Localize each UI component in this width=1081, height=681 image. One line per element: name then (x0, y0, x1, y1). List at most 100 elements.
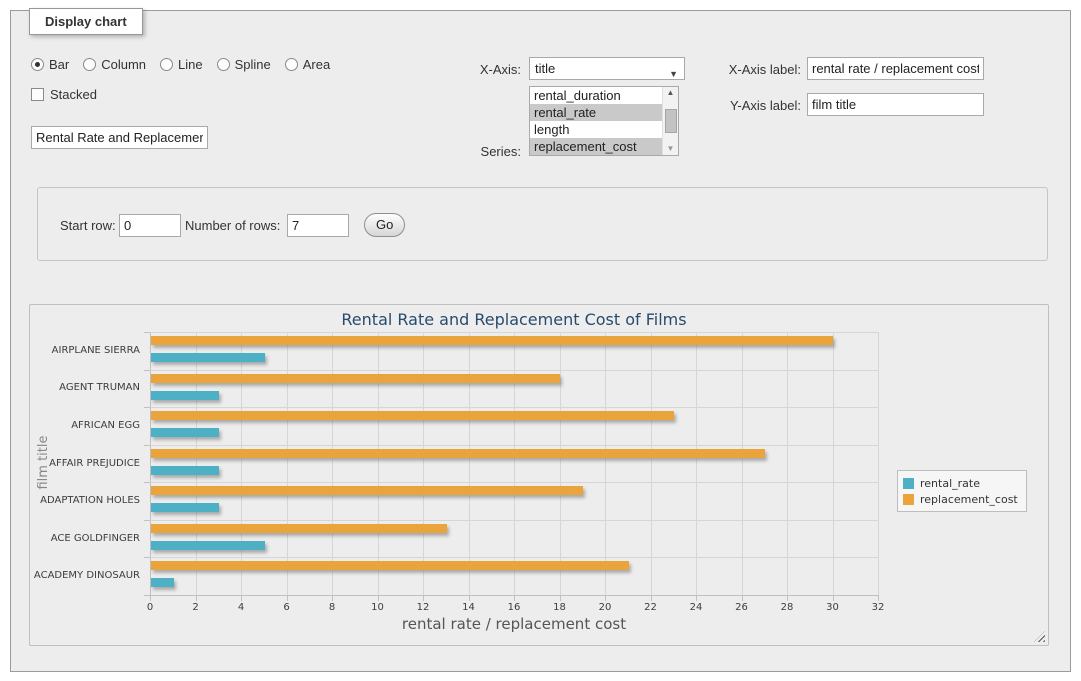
x-axis-tick (287, 595, 288, 601)
x-axis-tick-label: 6 (267, 602, 307, 613)
series-option-rental_rate[interactable]: rental_rate (530, 104, 662, 121)
radio-spline[interactable]: Spline (217, 57, 271, 72)
bar-replacement_cost[interactable] (151, 449, 765, 458)
x-axis-tick-label: 32 (858, 602, 898, 613)
y-axis-label-input[interactable] (807, 93, 984, 116)
chart-plot-area (150, 332, 878, 595)
x-axis-tick (514, 595, 515, 601)
bar-replacement_cost[interactable] (151, 561, 629, 570)
x-axis-tick (651, 595, 652, 601)
x-axis-select[interactable]: title ▼ (529, 57, 685, 80)
category-label: AFFAIR PREJUDICE (30, 458, 140, 469)
x-axis-tick-label: 4 (221, 602, 261, 613)
x-axis-tick (241, 595, 242, 601)
category-label: ADAPTATION HOLES (30, 495, 140, 506)
gridline (833, 332, 834, 595)
x-axis-tick (878, 595, 879, 601)
gridline (150, 557, 878, 558)
legend-label: replacement_cost (920, 493, 1018, 506)
gridline (514, 332, 515, 595)
category-label: ACADEMY DINOSAUR (30, 570, 140, 581)
gridline (560, 332, 561, 595)
x-axis-tick-label: 2 (176, 602, 216, 613)
num-rows-input[interactable] (287, 214, 349, 237)
scroll-up-arrow-icon[interactable]: ▲ (667, 88, 675, 98)
x-axis-tick-label: 24 (676, 602, 716, 613)
legend-item-rental_rate[interactable]: rental_rate (903, 475, 1018, 491)
gridline (605, 332, 606, 595)
series-option-replacement_cost[interactable]: replacement_cost (530, 138, 662, 155)
x-axis-select-label: X-Axis: (451, 62, 521, 77)
bar-rental_rate[interactable] (151, 541, 265, 550)
chart-title-input[interactable] (31, 126, 208, 149)
chart-container: Rental Rate and Replacement Cost of Film… (29, 304, 1049, 646)
go-button[interactable]: Go (364, 213, 405, 237)
bar-rental_rate[interactable] (151, 578, 174, 587)
radio-line[interactable]: Line (160, 57, 203, 72)
bar-rental_rate[interactable] (151, 428, 219, 437)
x-axis-tick (742, 595, 743, 601)
legend-item-replacement_cost[interactable]: replacement_cost (903, 491, 1018, 507)
category-label: AFRICAN EGG (30, 420, 140, 431)
x-axis-tick (196, 595, 197, 601)
y-axis-tick (144, 557, 150, 558)
gridline (378, 332, 379, 595)
x-axis-tick (150, 595, 151, 601)
bar-replacement_cost[interactable] (151, 336, 833, 345)
series-option-length[interactable]: length (530, 121, 662, 138)
y-axis-tick (144, 482, 150, 483)
category-label: AGENT TRUMAN (30, 382, 140, 393)
bar-replacement_cost[interactable] (151, 374, 560, 383)
page: Display chart BarColumnLineSplineArea St… (0, 0, 1081, 681)
series-listbox[interactable]: rental_durationrental_ratelengthreplacem… (529, 86, 679, 156)
gridline (150, 520, 878, 521)
bar-rental_rate[interactable] (151, 466, 219, 475)
series-scrollbar[interactable]: ▲ ▼ (662, 87, 678, 155)
x-axis-tick (787, 595, 788, 601)
radio-icon[interactable] (217, 58, 230, 71)
stacked-label: Stacked (50, 87, 97, 102)
series-select-label: Series: (451, 144, 521, 159)
series-option-rental_duration[interactable]: rental_duration (530, 87, 662, 104)
category-label: ACE GOLDFINGER (30, 533, 140, 544)
bar-rental_rate[interactable] (151, 503, 219, 512)
start-row-input[interactable] (119, 214, 181, 237)
scrollbar-thumb[interactable] (665, 109, 677, 133)
radio-icon[interactable] (285, 58, 298, 71)
y-axis-tick (144, 445, 150, 446)
resize-handle-icon[interactable] (1034, 631, 1045, 642)
scroll-down-arrow-icon[interactable]: ▼ (667, 144, 675, 154)
x-axis-label-caption: X-Axis label: (711, 62, 801, 77)
num-rows-label: Number of rows: (185, 218, 280, 233)
series-options: rental_durationrental_ratelengthreplacem… (530, 87, 662, 155)
radio-label: Line (178, 57, 203, 72)
x-axis-tick-label: 12 (403, 602, 443, 613)
gridline (150, 407, 878, 408)
gridline (696, 332, 697, 595)
bar-rental_rate[interactable] (151, 353, 265, 362)
x-axis-tick (469, 595, 470, 601)
gridline (651, 332, 652, 595)
y-axis-tick (144, 370, 150, 371)
radio-label: Column (101, 57, 146, 72)
bar-replacement_cost[interactable] (151, 411, 674, 420)
gridline (150, 332, 151, 595)
stacked-checkbox-row[interactable]: Stacked (31, 87, 97, 102)
bar-rental_rate[interactable] (151, 391, 219, 400)
x-axis-tick-label: 30 (813, 602, 853, 613)
radio-icon[interactable] (160, 58, 173, 71)
gridline (150, 370, 878, 371)
x-axis-tick (423, 595, 424, 601)
radio-icon[interactable] (31, 58, 44, 71)
gridline (196, 332, 197, 595)
chart-x-axis-title: rental rate / replacement cost (150, 615, 878, 633)
x-axis-label-input[interactable] (807, 57, 984, 80)
radio-icon[interactable] (83, 58, 96, 71)
bar-replacement_cost[interactable] (151, 524, 447, 533)
x-axis-tick (833, 595, 834, 601)
radio-column[interactable]: Column (83, 57, 146, 72)
stacked-checkbox[interactable] (31, 88, 44, 101)
radio-area[interactable]: Area (285, 57, 330, 72)
radio-bar[interactable]: Bar (31, 57, 69, 72)
bar-replacement_cost[interactable] (151, 486, 583, 495)
